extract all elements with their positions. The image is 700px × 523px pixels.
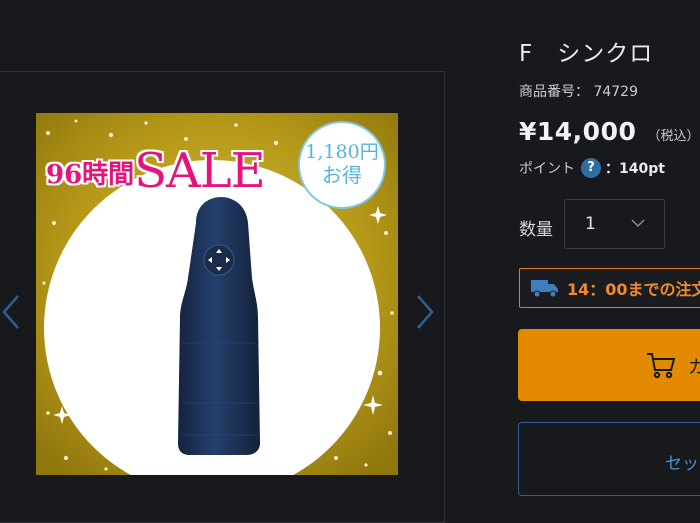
- quantity-value: 1: [585, 214, 596, 234]
- sale-text: SALE: [134, 143, 265, 199]
- set-button[interactable]: セッ: [518, 422, 700, 496]
- sale-hours-text: 96時間: [46, 160, 135, 190]
- chevron-right-icon: [417, 295, 434, 329]
- delivery-text: 14：00までの注文: [567, 280, 700, 299]
- gallery-next-button[interactable]: [414, 292, 436, 332]
- discount-badge: 1,180円 お得: [298, 121, 386, 209]
- discount-badge-price: 1,180円: [305, 141, 379, 163]
- product-sku: 商品番号： 74729: [519, 84, 638, 100]
- tax-note: （税込）: [647, 129, 700, 144]
- chevron-down-icon: [631, 219, 645, 228]
- gallery-prev-button[interactable]: [0, 292, 22, 332]
- truck-icon: [531, 280, 558, 298]
- points-value: ：140pt: [605, 161, 665, 177]
- quantity-select[interactable]: 1: [564, 199, 665, 249]
- points-row: ポイント ? ：140pt: [519, 158, 665, 178]
- quantity-label: 数量: [519, 220, 553, 240]
- add-to-cart-button[interactable]: カ: [518, 329, 700, 401]
- product-title: F シンクロ: [519, 41, 654, 67]
- add-to-cart-label: カ: [688, 357, 700, 378]
- product-price: ¥14,000: [519, 117, 637, 146]
- points-label: ポイント: [519, 161, 575, 177]
- set-button-label: セッ: [665, 454, 699, 474]
- chevron-left-icon: [2, 295, 19, 329]
- sale-banner: 96時間SALE: [46, 143, 266, 199]
- product-image[interactable]: 96時間SALE 1,180円 お得: [36, 113, 398, 475]
- delivery-notice: 14：00までの注文: [519, 268, 700, 308]
- cart-icon: [647, 353, 676, 379]
- discount-badge-label: お得: [322, 163, 362, 187]
- price-row: ¥14,000 （税込）: [519, 117, 699, 146]
- question-icon[interactable]: ?: [581, 158, 601, 178]
